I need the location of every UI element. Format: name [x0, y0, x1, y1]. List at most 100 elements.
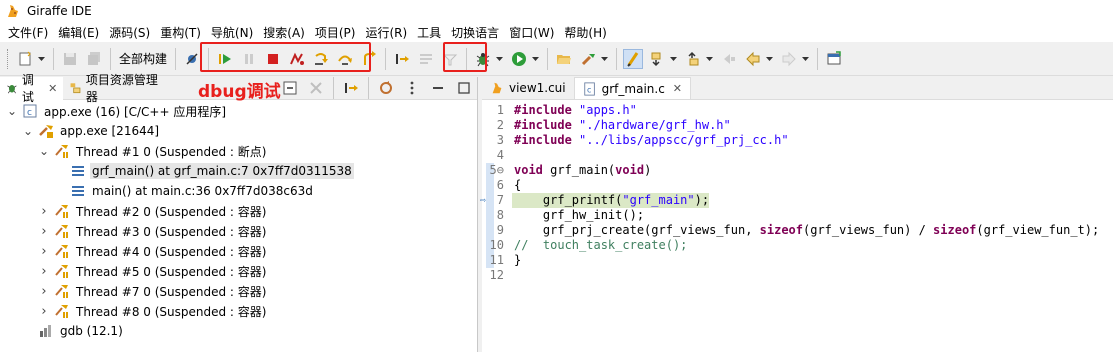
tree-item[interactable]: gdb (12.1) [0, 321, 478, 341]
tree-item[interactable]: grf_main() at grf_main.c:7 0x7ff7d031153… [0, 161, 478, 181]
tree-item[interactable]: ⌄ Thread #1 0 (Suspended : 断点) [0, 141, 478, 161]
code-line[interactable]: 2 #include "./hardware/grf_hw.h" [482, 118, 1113, 133]
menu-help[interactable]: 帮助(H) [560, 24, 612, 41]
tab-view1-label: view1.cui [509, 81, 566, 95]
tree-item[interactable]: › Thread #2 0 (Suspended : 容器) [0, 201, 478, 221]
build-all-button[interactable]: 全部构建 [115, 50, 171, 67]
chevron-right-icon[interactable]: › [38, 224, 50, 239]
open-folder-button[interactable] [554, 49, 574, 69]
menu-edit[interactable]: 编辑(E) [54, 24, 105, 41]
menu-navigate[interactable]: 导航(N) [207, 24, 259, 41]
forward-dropdown[interactable] [801, 49, 810, 69]
chevron-right-icon[interactable]: › [38, 244, 50, 259]
chevron-right-icon[interactable]: › [38, 204, 50, 219]
back-dropdown[interactable] [765, 49, 774, 69]
drop-to-frame-button[interactable] [416, 49, 436, 69]
chevron-right-icon[interactable]: › [38, 264, 50, 279]
code-line[interactable]: 1 #include "apps.h" [482, 103, 1113, 118]
close-icon[interactable]: ✕ [48, 82, 57, 95]
tab-project-explorer[interactable]: 项目资源管理器 [63, 73, 167, 104]
chevron-down-icon[interactable]: ⌄ [22, 125, 34, 137]
tree-item[interactable]: › Thread #5 0 (Suspended : 容器) [0, 261, 478, 281]
chevron-down-icon [532, 56, 540, 61]
forward-button[interactable] [779, 49, 799, 69]
step-into-button[interactable] [311, 49, 331, 69]
code-editor[interactable]: 1 #include "apps.h" 2 #include "./hardware/… [480, 103, 1113, 283]
tab-view1-cui[interactable]: view1.cui [482, 77, 574, 99]
close-icon[interactable]: ✕ [673, 82, 682, 95]
use-step-filters-button[interactable] [440, 49, 460, 69]
disconnect-button[interactable] [287, 49, 307, 69]
maximize-view-button[interactable] [454, 78, 474, 98]
menu-source[interactable]: 源码(S) [105, 24, 156, 41]
external-tools-button[interactable] [578, 49, 598, 69]
code-line[interactable]: 8 grf_hw_init(); [482, 208, 1113, 223]
arrow-left-icon [746, 51, 760, 66]
tree-item[interactable]: › Thread #8 0 (Suspended : 容器) [0, 301, 478, 321]
back-button[interactable] [743, 49, 763, 69]
code-line[interactable]: 4 [482, 148, 1113, 163]
code-line[interactable]: 3 #include "../libs/appscc/grf_prj_cc.h" [482, 133, 1113, 148]
mark-occurrences-button[interactable] [623, 48, 644, 69]
menu-file[interactable]: 文件(F) [4, 24, 54, 41]
external-tools-dropdown[interactable] [600, 49, 609, 69]
previous-annotation-button[interactable] [683, 49, 703, 69]
chevron-down-icon[interactable]: ⌄ [6, 105, 18, 117]
new-button[interactable] [15, 49, 35, 69]
tree-item[interactable]: ⌄ app.exe [21644] [0, 121, 478, 141]
code-line[interactable]: 6{ [482, 178, 1113, 193]
last-edit-location-button[interactable] [719, 49, 739, 69]
remove-terminated-button[interactable] [306, 78, 326, 98]
link-with-editor-button[interactable] [376, 78, 396, 98]
next-annotation-button[interactable] [647, 49, 667, 69]
open-perspective-button[interactable] [824, 49, 844, 69]
previous-annotation-dropdown[interactable] [705, 49, 714, 69]
terminate-button[interactable] [263, 49, 283, 69]
tab-debug[interactable]: 调试 ✕ [0, 73, 64, 104]
new-dropdown[interactable] [37, 49, 46, 69]
menu-refactor[interactable]: 重构(T) [156, 24, 207, 41]
view-menu-button[interactable] [402, 78, 422, 98]
collapse-all-button[interactable] [280, 78, 300, 98]
step-over-button[interactable] [335, 49, 355, 69]
save-button[interactable] [60, 49, 80, 69]
skip-breakpoints-button[interactable] [182, 49, 202, 69]
menu-search[interactable]: 搜索(A) [259, 24, 311, 41]
minimize-view-button[interactable] [428, 78, 448, 98]
run-button[interactable] [509, 49, 529, 69]
tree-item[interactable]: › Thread #7 0 (Suspended : 容器) [0, 281, 478, 301]
instruction-stepping-button[interactable] [392, 49, 412, 69]
tab-grf-main-c[interactable]: c grf_main.c ✕ [573, 77, 692, 99]
debug-launch-button[interactable] [473, 49, 493, 69]
code-token: { [514, 178, 522, 192]
menu-tools[interactable]: 工具 [413, 24, 447, 41]
code-line[interactable]: 10 // touch_task_create(); [482, 238, 1113, 253]
menu-switch-language[interactable]: 切换语言 [447, 24, 505, 41]
next-annotation-dropdown[interactable] [669, 49, 678, 69]
instruction-step-mode-button[interactable] [341, 78, 361, 98]
toolbar-separator [110, 47, 111, 70]
code-line[interactable]: 5⊖ void grf_main(void) [482, 163, 1113, 178]
menu-window[interactable]: 窗口(W) [505, 24, 560, 41]
chevron-right-icon[interactable]: › [38, 284, 50, 299]
current-code-line[interactable]: 7 ⇨ grf_printf("grf_main"); [480, 193, 1113, 208]
tree-item[interactable]: main() at main.c:36 0x7ff7d038c63d [0, 181, 478, 201]
code-line[interactable]: 9 grf_prj_create(grf_views_fun, sizeof(g… [482, 223, 1113, 238]
resume-button[interactable] [215, 49, 235, 69]
chevron-right-icon[interactable]: › [38, 304, 50, 319]
code-line[interactable]: 11} [482, 253, 1113, 268]
menu-run[interactable]: 运行(R) [361, 24, 413, 41]
menu-project[interactable]: 项目(P) [311, 24, 362, 41]
run-dropdown[interactable] [531, 49, 540, 69]
code-token: "./hardware/grf_hw.h" [579, 118, 731, 132]
code-line[interactable]: 12 [482, 268, 1113, 283]
tree-item[interactable]: › Thread #4 0 (Suspended : 容器) [0, 241, 478, 261]
chevron-down-icon[interactable]: ⌄ [38, 145, 50, 157]
tree-item[interactable]: › Thread #3 0 (Suspended : 容器) [0, 221, 478, 241]
tree-item[interactable]: ⌄ c app.exe (16) [C/C++ 应用程序] [0, 101, 478, 121]
suspend-button[interactable] [239, 49, 259, 69]
save-all-button[interactable] [84, 49, 104, 69]
step-return-button[interactable] [359, 49, 379, 69]
thread-suspended-icon [54, 263, 70, 279]
debug-dropdown[interactable] [495, 49, 504, 69]
